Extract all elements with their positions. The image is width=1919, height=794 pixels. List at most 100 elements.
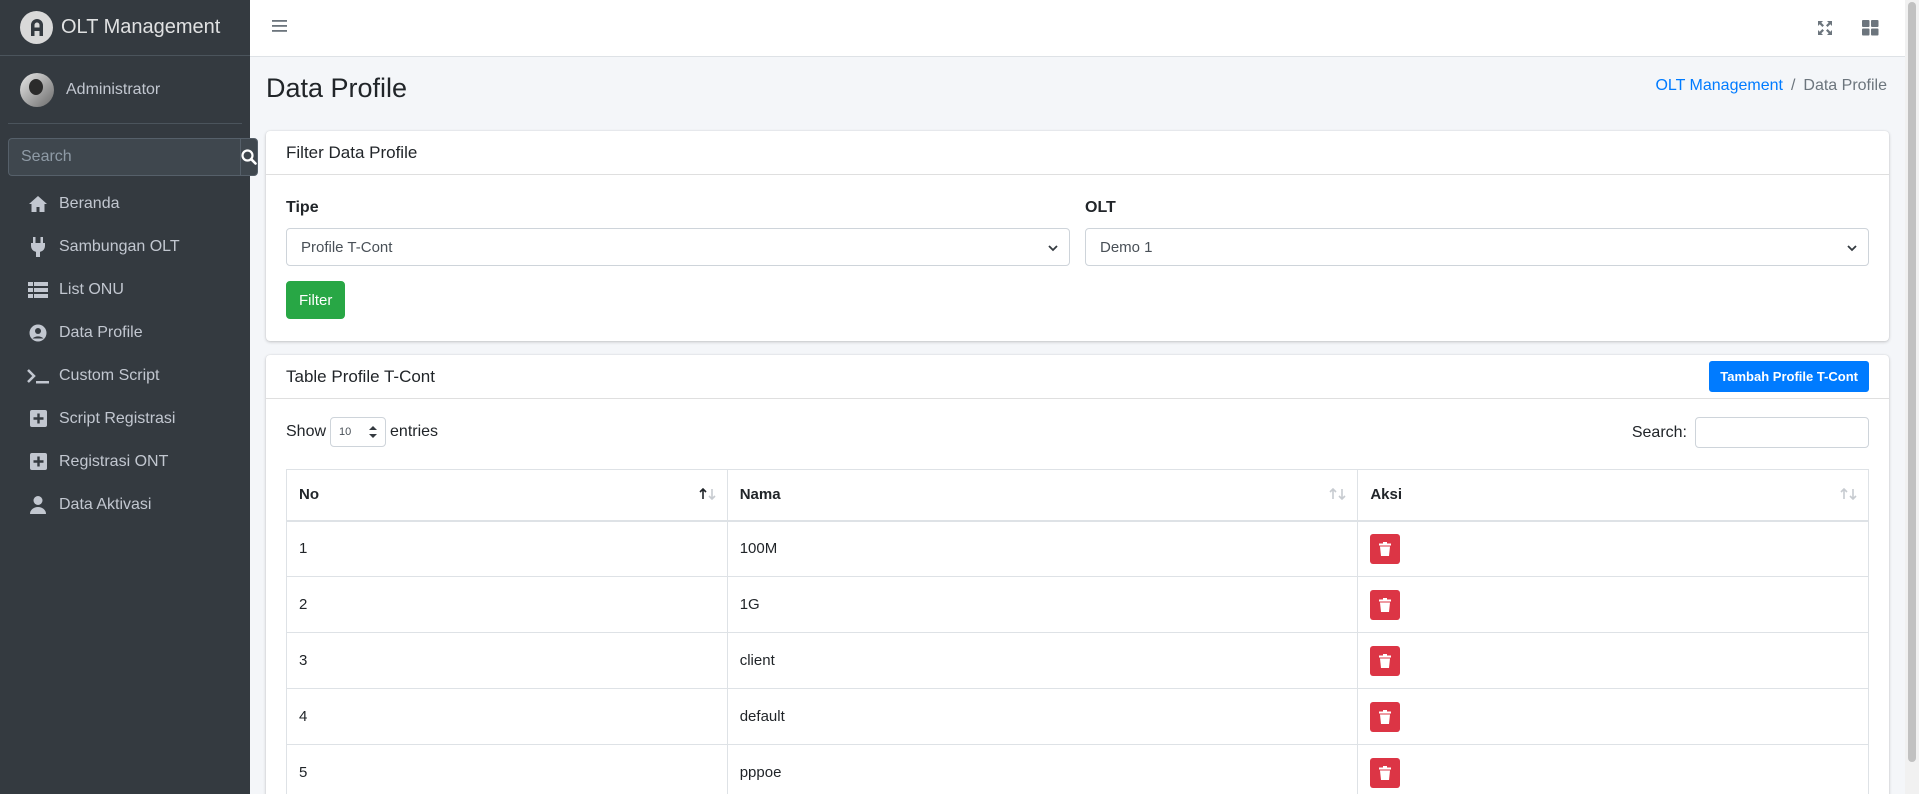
filter-card-title: Filter Data Profile	[286, 142, 418, 162]
sidebar-item-label: Custom Script	[59, 366, 160, 384]
table-card: Table Profile T-Cont Tambah Profile T-Co…	[266, 355, 1889, 794]
entries-select-value: 10	[339, 426, 352, 438]
table-header-row: No Nama Aksi	[286, 469, 1869, 522]
hamburger-menu-icon[interactable]	[272, 19, 288, 38]
user-circle-icon	[27, 323, 49, 343]
table-card-title: Table Profile T-Cont	[286, 366, 435, 386]
datatable-search: Search:	[1632, 417, 1869, 448]
breadcrumb-link-home[interactable]: OLT Management	[1655, 77, 1782, 95]
breadcrumb: OLT Management / Data Profile	[1655, 77, 1887, 95]
cell-no: 4	[286, 688, 728, 745]
sidebar-item-data-profile[interactable]: Data Profile	[0, 311, 250, 354]
sidebar-item-label: Data Profile	[59, 323, 143, 341]
top-navbar	[250, 0, 1905, 57]
chevron-down-icon	[1846, 241, 1858, 258]
column-header-label: Nama	[739, 486, 781, 504]
filter-card-body: Tipe Profile T-Cont OLT Demo 1 Filter	[266, 175, 1889, 319]
datatable-search-input[interactable]	[1695, 417, 1869, 448]
show-label: Show	[286, 423, 327, 440]
column-header-label: No	[299, 486, 319, 504]
delete-button[interactable]	[1370, 701, 1401, 732]
trash-icon	[1379, 653, 1392, 668]
column-header-label: Aksi	[1370, 486, 1402, 504]
delete-button[interactable]	[1370, 757, 1401, 788]
cell-no: 1	[286, 520, 728, 577]
breadcrumb-current: Data Profile	[1803, 77, 1887, 94]
tipe-select-value: Profile T-Cont	[301, 238, 393, 256]
olt-label: OLT	[1085, 199, 1116, 216]
olt-select-value: Demo 1	[1100, 238, 1153, 256]
sidebar-item-label: Data Aktivasi	[59, 495, 152, 513]
sidebar-item-label: Sambungan OLT	[59, 237, 180, 255]
tipe-select[interactable]: Profile T-Cont	[286, 228, 1070, 266]
column-header-aksi[interactable]: Aksi	[1357, 469, 1869, 522]
sidebar-search-input[interactable]	[8, 138, 240, 176]
sidebar-item-list-onu[interactable]: List ONU	[0, 268, 250, 311]
trash-icon	[1379, 597, 1392, 612]
cell-no: 3	[286, 632, 728, 689]
user-panel[interactable]: Administrator	[8, 56, 242, 124]
plus-square-icon	[27, 452, 49, 472]
cell-nama: default	[726, 688, 1359, 745]
cell-aksi	[1357, 520, 1869, 577]
sidebar-item-label: Beranda	[59, 194, 120, 212]
fullscreen-icon[interactable]	[1817, 20, 1833, 41]
entries-length: Show 10 entries	[286, 417, 438, 447]
brand-link[interactable]: OLT Management	[0, 0, 250, 56]
entries-select[interactable]: 10	[330, 417, 387, 447]
plus-square-icon	[27, 409, 49, 429]
trash-icon	[1379, 765, 1392, 780]
sidebar-item-data-aktivasi[interactable]: Data Aktivasi	[0, 483, 250, 526]
cell-aksi	[1357, 688, 1869, 745]
grid-icon[interactable]	[1862, 20, 1879, 41]
home-icon	[27, 194, 49, 214]
sort-updown-icon	[369, 425, 378, 442]
sort-asc-icon	[699, 487, 717, 504]
user-name[interactable]: Administrator	[66, 81, 160, 99]
cell-nama: pppoe	[726, 744, 1359, 794]
olt-select[interactable]: Demo 1	[1085, 228, 1869, 266]
sidebar-item-label: Script Registrasi	[59, 409, 176, 427]
cell-nama: 100M	[726, 520, 1359, 577]
page-scrollbar[interactable]	[1905, 0, 1919, 794]
delete-button[interactable]	[1370, 645, 1401, 676]
sidebar-search	[8, 138, 258, 176]
column-header-nama[interactable]: Nama	[726, 469, 1359, 522]
entries-label: entries	[390, 423, 439, 440]
column-header-no[interactable]: No	[286, 469, 728, 522]
trash-icon	[1379, 709, 1392, 724]
sidebar-item-beranda[interactable]: Beranda	[0, 182, 250, 225]
sidebar-item-registrasi-ont[interactable]: Registrasi ONT	[0, 440, 250, 483]
cell-nama: client	[726, 632, 1359, 689]
delete-button[interactable]	[1370, 533, 1401, 564]
chevron-down-icon	[1047, 241, 1059, 258]
tipe-label: Tipe	[286, 199, 319, 216]
search-icon	[241, 149, 257, 165]
cell-no: 2	[286, 576, 728, 633]
filter-button[interactable]: Filter	[286, 281, 346, 319]
filter-card: Filter Data Profile Tipe Profile T-Cont …	[266, 131, 1889, 341]
sidebar-item-custom-script[interactable]: Custom Script	[0, 354, 250, 397]
brand-title: OLT Management	[61, 16, 221, 38]
user-icon	[27, 495, 49, 515]
sidebar-item-script-registrasi[interactable]: Script Registrasi	[0, 397, 250, 440]
terminal-icon	[27, 366, 49, 386]
table-row: 4 default	[286, 688, 1869, 745]
sidebar-item-sambungan-olt[interactable]: Sambungan OLT	[0, 225, 250, 268]
scrollbar-thumb[interactable]	[1908, 2, 1916, 762]
sidebar-nav: Beranda Sambungan OLT List ONU Data Prof…	[0, 182, 250, 526]
plug-icon	[27, 236, 49, 257]
sort-icon	[1840, 487, 1858, 504]
cell-aksi	[1357, 576, 1869, 633]
sidebar-search-button[interactable]	[240, 138, 258, 176]
delete-button[interactable]	[1370, 589, 1401, 620]
table-row: 1 100M	[286, 520, 1869, 577]
filter-card-header: Filter Data Profile	[266, 131, 1889, 175]
sidebar-item-label: List ONU	[59, 280, 124, 298]
table-icon	[27, 280, 49, 300]
cell-no: 5	[286, 744, 728, 794]
trash-icon	[1379, 541, 1392, 556]
add-profile-button[interactable]: Tambah Profile T-Cont	[1709, 361, 1869, 392]
table-row: 5 pppoe	[286, 744, 1869, 794]
brand-logo-icon	[20, 11, 53, 44]
